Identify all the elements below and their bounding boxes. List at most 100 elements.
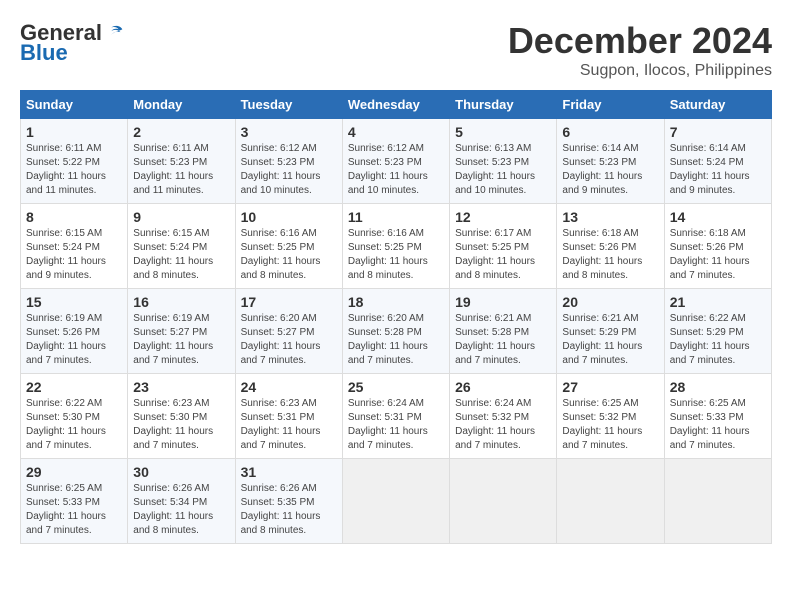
calendar-cell: 2 Sunrise: 6:11 AM Sunset: 5:23 PM Dayli… (128, 119, 235, 204)
header-friday: Friday (557, 91, 664, 119)
day-detail: Sunrise: 6:20 AM Sunset: 5:28 PM Dayligh… (348, 312, 444, 368)
day-detail: Sunrise: 6:17 AM Sunset: 5:25 PM Dayligh… (455, 227, 551, 283)
day-detail: Sunrise: 6:21 AM Sunset: 5:29 PM Dayligh… (562, 312, 658, 368)
day-detail: Sunrise: 6:11 AM Sunset: 5:22 PM Dayligh… (26, 142, 122, 198)
day-number: 8 (26, 209, 122, 225)
day-detail: Sunrise: 6:22 AM Sunset: 5:29 PM Dayligh… (670, 312, 766, 368)
day-detail: Sunrise: 6:14 AM Sunset: 5:23 PM Dayligh… (562, 142, 658, 198)
day-number: 29 (26, 464, 122, 480)
day-detail: Sunrise: 6:21 AM Sunset: 5:28 PM Dayligh… (455, 312, 551, 368)
calendar-week-row: 29 Sunrise: 6:25 AM Sunset: 5:33 PM Dayl… (21, 459, 772, 544)
day-number: 20 (562, 294, 658, 310)
day-number: 5 (455, 124, 551, 140)
day-number: 14 (670, 209, 766, 225)
day-detail: Sunrise: 6:16 AM Sunset: 5:25 PM Dayligh… (348, 227, 444, 283)
calendar-cell: 11 Sunrise: 6:16 AM Sunset: 5:25 PM Dayl… (342, 204, 449, 289)
calendar-cell: 16 Sunrise: 6:19 AM Sunset: 5:27 PM Dayl… (128, 289, 235, 374)
day-number: 12 (455, 209, 551, 225)
day-number: 26 (455, 379, 551, 395)
day-header-row: Sunday Monday Tuesday Wednesday Thursday… (21, 91, 772, 119)
calendar-cell: 4 Sunrise: 6:12 AM Sunset: 5:23 PM Dayli… (342, 119, 449, 204)
day-detail: Sunrise: 6:12 AM Sunset: 5:23 PM Dayligh… (241, 142, 337, 198)
header-saturday: Saturday (664, 91, 771, 119)
day-number: 31 (241, 464, 337, 480)
day-detail: Sunrise: 6:20 AM Sunset: 5:27 PM Dayligh… (241, 312, 337, 368)
day-number: 19 (455, 294, 551, 310)
title-block: December 2024 Sugpon, Ilocos, Philippine… (508, 20, 772, 80)
header-tuesday: Tuesday (235, 91, 342, 119)
calendar-week-row: 15 Sunrise: 6:19 AM Sunset: 5:26 PM Dayl… (21, 289, 772, 374)
calendar-cell: 23 Sunrise: 6:23 AM Sunset: 5:30 PM Dayl… (128, 374, 235, 459)
day-number: 27 (562, 379, 658, 395)
calendar-cell (664, 459, 771, 544)
header-wednesday: Wednesday (342, 91, 449, 119)
day-detail: Sunrise: 6:19 AM Sunset: 5:26 PM Dayligh… (26, 312, 122, 368)
calendar-cell: 31 Sunrise: 6:26 AM Sunset: 5:35 PM Dayl… (235, 459, 342, 544)
calendar-cell: 18 Sunrise: 6:20 AM Sunset: 5:28 PM Dayl… (342, 289, 449, 374)
day-number: 3 (241, 124, 337, 140)
day-number: 18 (348, 294, 444, 310)
calendar-cell: 24 Sunrise: 6:23 AM Sunset: 5:31 PM Dayl… (235, 374, 342, 459)
page-header: General Blue December 2024 Sugpon, Iloco… (20, 20, 772, 80)
day-number: 10 (241, 209, 337, 225)
calendar-cell: 27 Sunrise: 6:25 AM Sunset: 5:32 PM Dayl… (557, 374, 664, 459)
day-detail: Sunrise: 6:23 AM Sunset: 5:31 PM Dayligh… (241, 397, 337, 453)
day-number: 11 (348, 209, 444, 225)
calendar-cell: 29 Sunrise: 6:25 AM Sunset: 5:33 PM Dayl… (21, 459, 128, 544)
day-detail: Sunrise: 6:26 AM Sunset: 5:35 PM Dayligh… (241, 482, 337, 538)
location-title: Sugpon, Ilocos, Philippines (508, 62, 772, 80)
day-detail: Sunrise: 6:16 AM Sunset: 5:25 PM Dayligh… (241, 227, 337, 283)
calendar-cell: 5 Sunrise: 6:13 AM Sunset: 5:23 PM Dayli… (450, 119, 557, 204)
day-detail: Sunrise: 6:15 AM Sunset: 5:24 PM Dayligh… (133, 227, 229, 283)
day-number: 28 (670, 379, 766, 395)
day-number: 22 (26, 379, 122, 395)
calendar-week-row: 1 Sunrise: 6:11 AM Sunset: 5:22 PM Dayli… (21, 119, 772, 204)
calendar-cell: 20 Sunrise: 6:21 AM Sunset: 5:29 PM Dayl… (557, 289, 664, 374)
day-number: 13 (562, 209, 658, 225)
calendar-cell: 3 Sunrise: 6:12 AM Sunset: 5:23 PM Dayli… (235, 119, 342, 204)
calendar-cell (450, 459, 557, 544)
header-thursday: Thursday (450, 91, 557, 119)
day-detail: Sunrise: 6:15 AM Sunset: 5:24 PM Dayligh… (26, 227, 122, 283)
calendar-week-row: 22 Sunrise: 6:22 AM Sunset: 5:30 PM Dayl… (21, 374, 772, 459)
day-detail: Sunrise: 6:12 AM Sunset: 5:23 PM Dayligh… (348, 142, 444, 198)
day-number: 17 (241, 294, 337, 310)
logo: General Blue (20, 20, 126, 66)
day-detail: Sunrise: 6:19 AM Sunset: 5:27 PM Dayligh… (133, 312, 229, 368)
day-number: 6 (562, 124, 658, 140)
calendar-cell: 14 Sunrise: 6:18 AM Sunset: 5:26 PM Dayl… (664, 204, 771, 289)
day-number: 15 (26, 294, 122, 310)
calendar-cell: 8 Sunrise: 6:15 AM Sunset: 5:24 PM Dayli… (21, 204, 128, 289)
logo-blue-text: Blue (20, 40, 68, 66)
calendar-cell: 15 Sunrise: 6:19 AM Sunset: 5:26 PM Dayl… (21, 289, 128, 374)
calendar-cell: 9 Sunrise: 6:15 AM Sunset: 5:24 PM Dayli… (128, 204, 235, 289)
calendar-cell (342, 459, 449, 544)
calendar-cell: 13 Sunrise: 6:18 AM Sunset: 5:26 PM Dayl… (557, 204, 664, 289)
calendar-cell: 21 Sunrise: 6:22 AM Sunset: 5:29 PM Dayl… (664, 289, 771, 374)
calendar-cell (557, 459, 664, 544)
calendar-cell: 19 Sunrise: 6:21 AM Sunset: 5:28 PM Dayl… (450, 289, 557, 374)
calendar-cell: 30 Sunrise: 6:26 AM Sunset: 5:34 PM Dayl… (128, 459, 235, 544)
day-number: 2 (133, 124, 229, 140)
calendar-cell: 10 Sunrise: 6:16 AM Sunset: 5:25 PM Dayl… (235, 204, 342, 289)
calendar-cell: 12 Sunrise: 6:17 AM Sunset: 5:25 PM Dayl… (450, 204, 557, 289)
day-detail: Sunrise: 6:14 AM Sunset: 5:24 PM Dayligh… (670, 142, 766, 198)
day-number: 25 (348, 379, 444, 395)
calendar-cell: 25 Sunrise: 6:24 AM Sunset: 5:31 PM Dayl… (342, 374, 449, 459)
header-monday: Monday (128, 91, 235, 119)
day-detail: Sunrise: 6:26 AM Sunset: 5:34 PM Dayligh… (133, 482, 229, 538)
day-number: 1 (26, 124, 122, 140)
day-detail: Sunrise: 6:11 AM Sunset: 5:23 PM Dayligh… (133, 142, 229, 198)
day-detail: Sunrise: 6:25 AM Sunset: 5:33 PM Dayligh… (26, 482, 122, 538)
calendar-cell: 7 Sunrise: 6:14 AM Sunset: 5:24 PM Dayli… (664, 119, 771, 204)
day-detail: Sunrise: 6:25 AM Sunset: 5:33 PM Dayligh… (670, 397, 766, 453)
day-detail: Sunrise: 6:22 AM Sunset: 5:30 PM Dayligh… (26, 397, 122, 453)
day-number: 16 (133, 294, 229, 310)
day-detail: Sunrise: 6:18 AM Sunset: 5:26 PM Dayligh… (562, 227, 658, 283)
day-detail: Sunrise: 6:13 AM Sunset: 5:23 PM Dayligh… (455, 142, 551, 198)
calendar-cell: 26 Sunrise: 6:24 AM Sunset: 5:32 PM Dayl… (450, 374, 557, 459)
day-detail: Sunrise: 6:24 AM Sunset: 5:32 PM Dayligh… (455, 397, 551, 453)
calendar-table: Sunday Monday Tuesday Wednesday Thursday… (20, 90, 772, 544)
day-number: 21 (670, 294, 766, 310)
calendar-cell: 17 Sunrise: 6:20 AM Sunset: 5:27 PM Dayl… (235, 289, 342, 374)
